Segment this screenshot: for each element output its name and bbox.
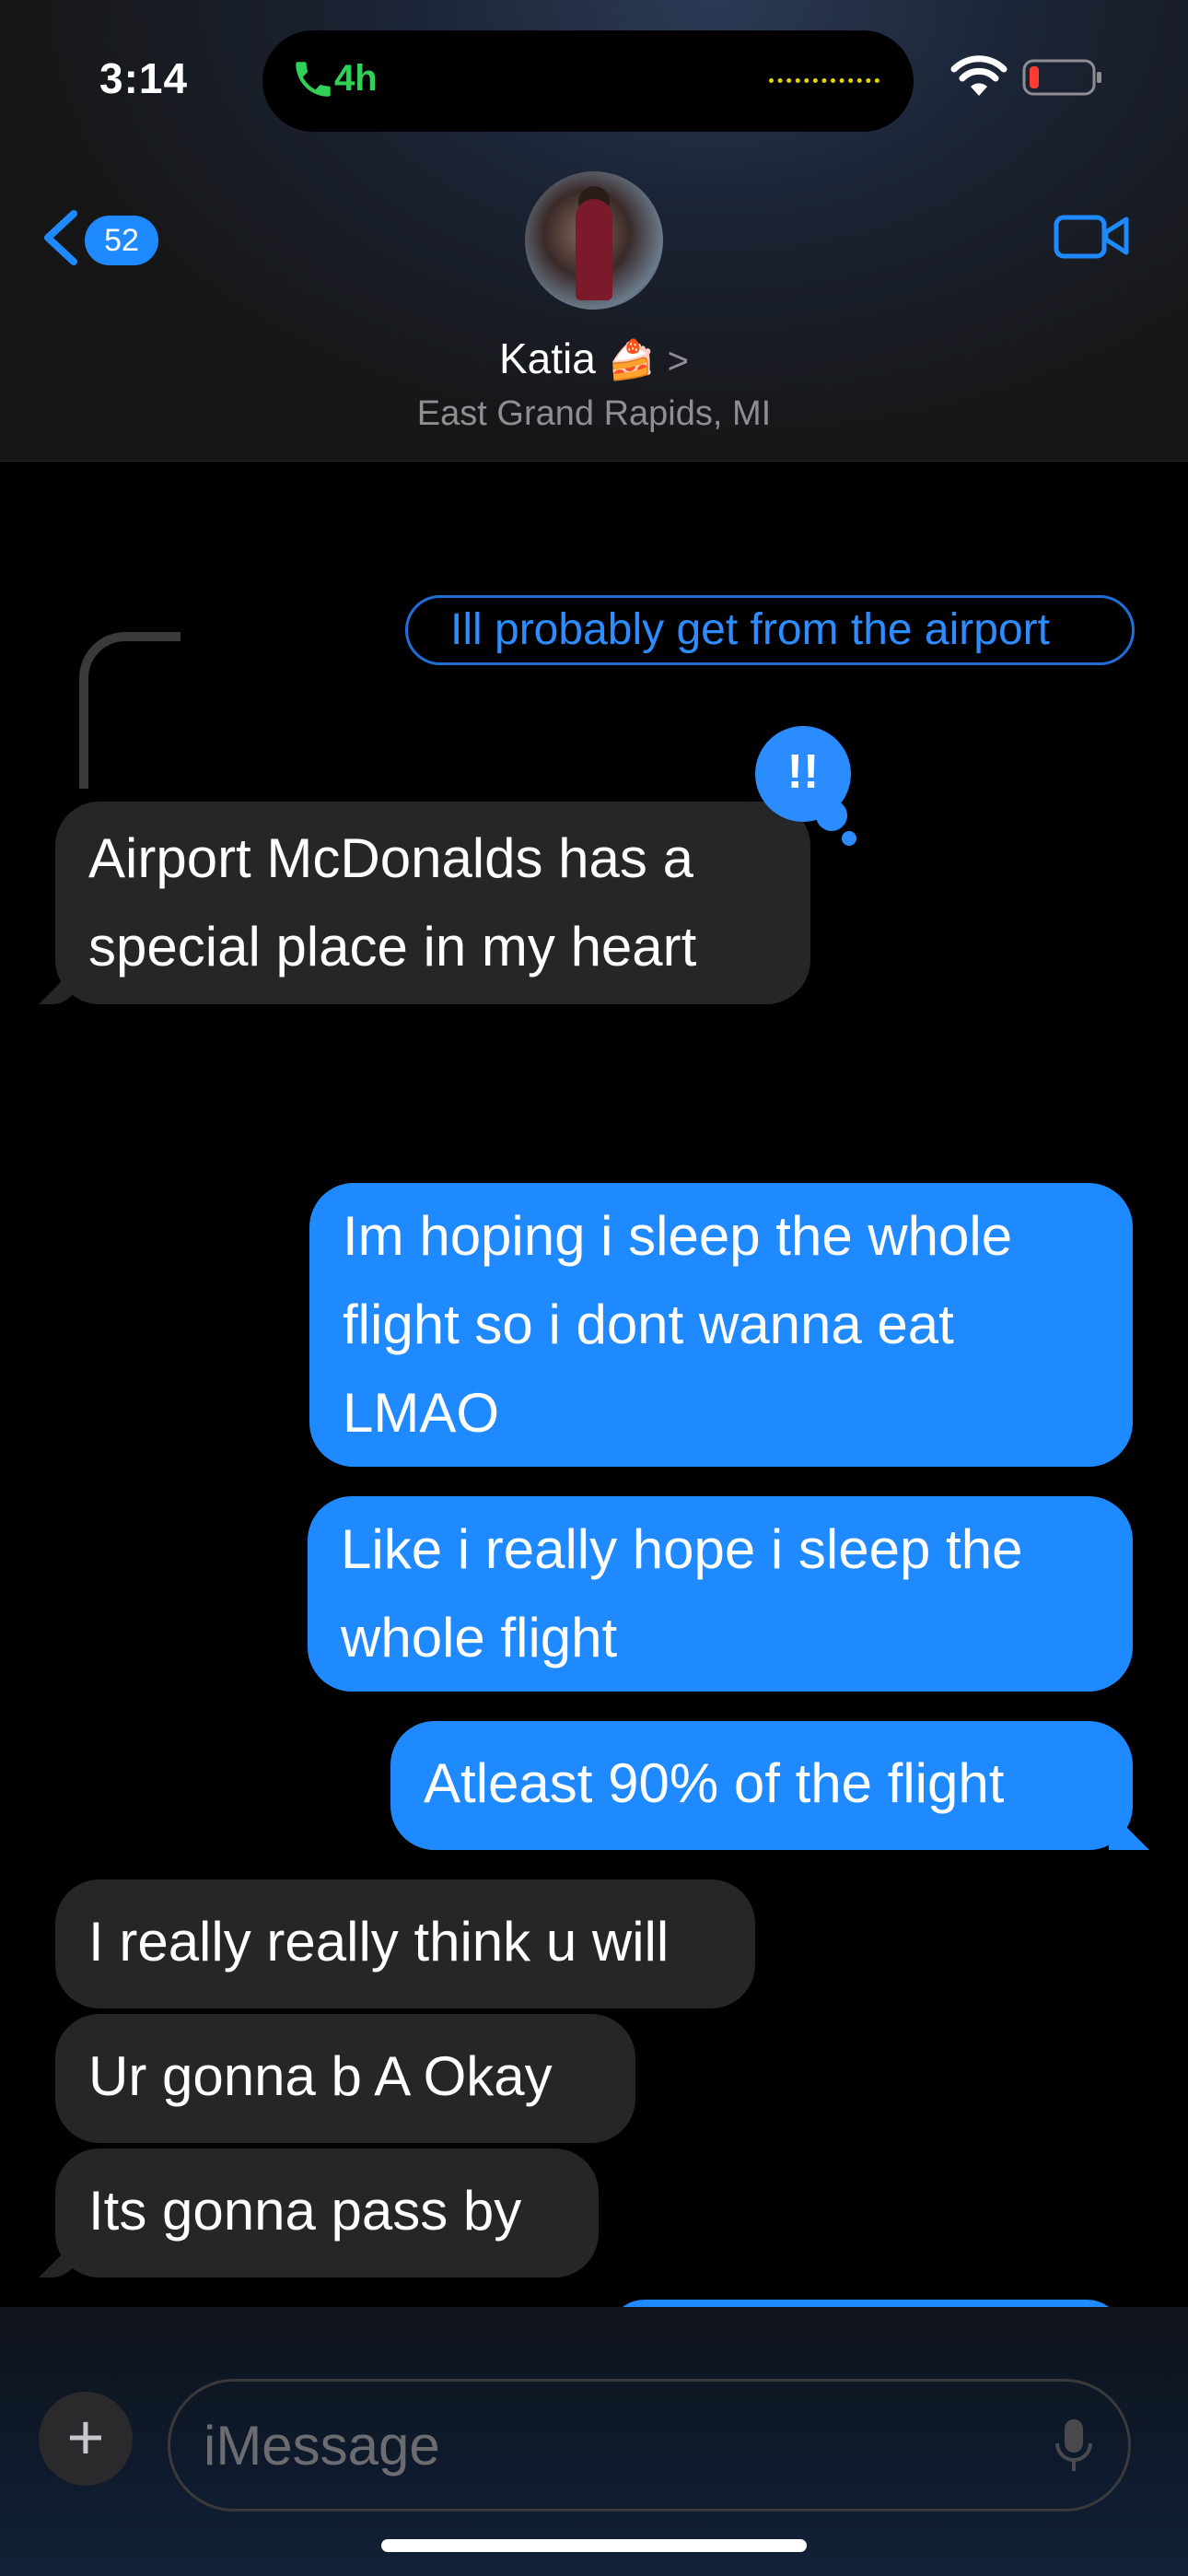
message-bubble-received[interactable]: I really really think u will xyxy=(55,1879,755,2008)
message-bubble-received[interactable]: Its gonna pass by xyxy=(55,2149,599,2277)
message-bubble-sent[interactable]: Im hoping i sleep the whole flight so i … xyxy=(309,1183,1133,1467)
video-call-icon[interactable] xyxy=(1053,208,1130,263)
microphone-icon[interactable] xyxy=(1050,2416,1098,2475)
message-bubble-sent[interactable]: Like i really hope i sleep the whole fli… xyxy=(308,1496,1133,1692)
message-line: LMAO xyxy=(343,1382,500,1444)
call-duration: 4h xyxy=(334,58,378,99)
tapback-tail-small xyxy=(842,831,856,846)
message-line: Atleast 90% of the flight xyxy=(424,1752,1005,1814)
reply-thread-line xyxy=(79,632,181,789)
dynamic-island[interactable]: 4h xyxy=(262,30,914,132)
phone-icon xyxy=(296,62,331,97)
composer-bar: + xyxy=(0,2307,1188,2576)
unread-count-badge: 52 xyxy=(85,216,158,265)
reply-quoted-message[interactable]: Ill probably get from the airport xyxy=(405,595,1135,665)
message-bubble-received[interactable]: Airport McDonalds has a special place in… xyxy=(55,802,810,1004)
contact-name-row[interactable]: Katia 🍰 > xyxy=(0,334,1188,383)
message-input[interactable] xyxy=(168,2379,1131,2512)
message-bubble-sent[interactable]: Atleast 90% of the flight xyxy=(390,1721,1133,1850)
avatar-figure-body xyxy=(576,199,612,300)
message-line: whole flight xyxy=(341,1607,618,1669)
message-line: flight so i dont wanna eat xyxy=(343,1294,954,1355)
message-line: Its gonna pass by xyxy=(88,2180,522,2242)
contact-avatar[interactable] xyxy=(525,171,663,310)
message-line: special place in my heart xyxy=(88,916,697,978)
chevron-left-icon xyxy=(44,210,77,265)
tapback-tail xyxy=(816,800,847,831)
message-bubble-received[interactable]: Ur gonna b A Okay xyxy=(55,2014,635,2143)
contact-location: East Grand Rapids, MI xyxy=(416,394,772,433)
status-time: 3:14 xyxy=(99,54,189,102)
contact-name: Katia xyxy=(498,334,596,382)
battery-icon xyxy=(1022,59,1101,96)
message-line: Like i really hope i sleep the xyxy=(341,1518,1023,1580)
chevron-right-icon: > xyxy=(667,341,690,381)
wifi-icon xyxy=(950,55,1007,96)
audio-indicator xyxy=(769,78,879,83)
home-indicator[interactable] xyxy=(381,2539,807,2552)
message-line: Airport McDonalds has a xyxy=(88,827,693,889)
message-line: Ur gonna b A Okay xyxy=(88,2045,553,2107)
back-button[interactable]: 52 xyxy=(39,203,168,276)
conversation-header: 3:14 4h 52 Katia 🍰 > East Grand Rapids, … xyxy=(0,0,1188,462)
cake-emoji-icon: 🍰 xyxy=(607,338,656,381)
message-line: I really really think u will xyxy=(88,1911,670,1973)
add-attachment-button[interactable]: + xyxy=(39,2392,133,2486)
message-line: Im hoping i sleep the whole xyxy=(343,1205,1013,1267)
